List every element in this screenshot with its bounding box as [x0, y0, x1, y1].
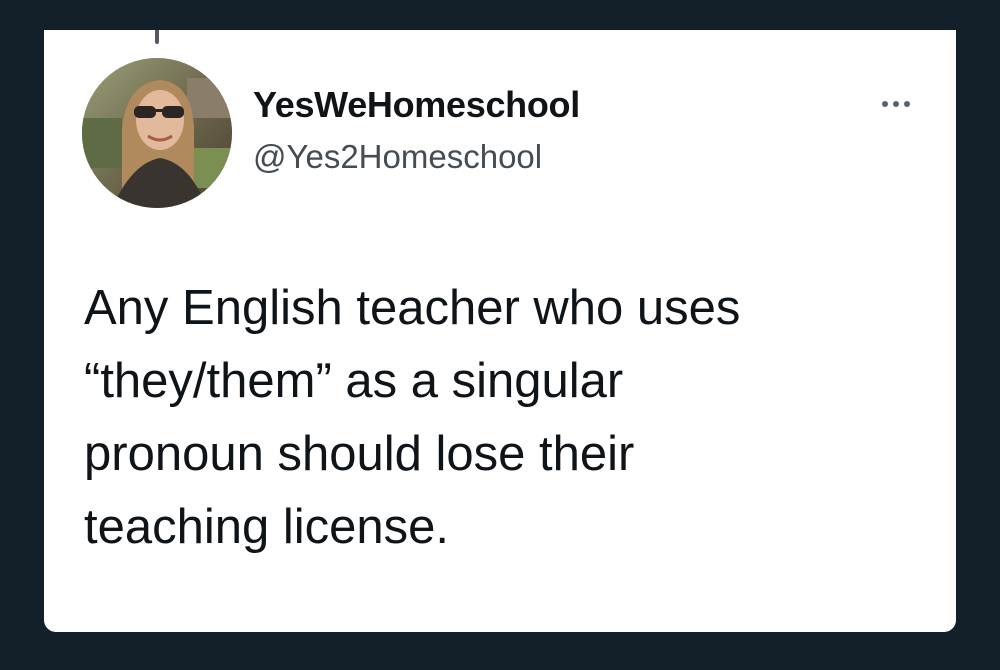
- screenshot-frame: YesWeHomeschool @Yes2Homeschool Any Engl…: [0, 0, 1000, 670]
- tweet-text: Any English teacher who uses “they/them”…: [84, 281, 741, 554]
- more-options-button[interactable]: [866, 84, 926, 124]
- avatar[interactable]: [82, 58, 232, 208]
- more-horizontal-icon: [882, 101, 910, 107]
- user-handle[interactable]: @Yes2Homeschool: [253, 138, 542, 176]
- display-name[interactable]: YesWeHomeschool: [253, 84, 580, 126]
- avatar-photo-icon: [82, 58, 232, 208]
- thread-connector-line: [155, 30, 159, 44]
